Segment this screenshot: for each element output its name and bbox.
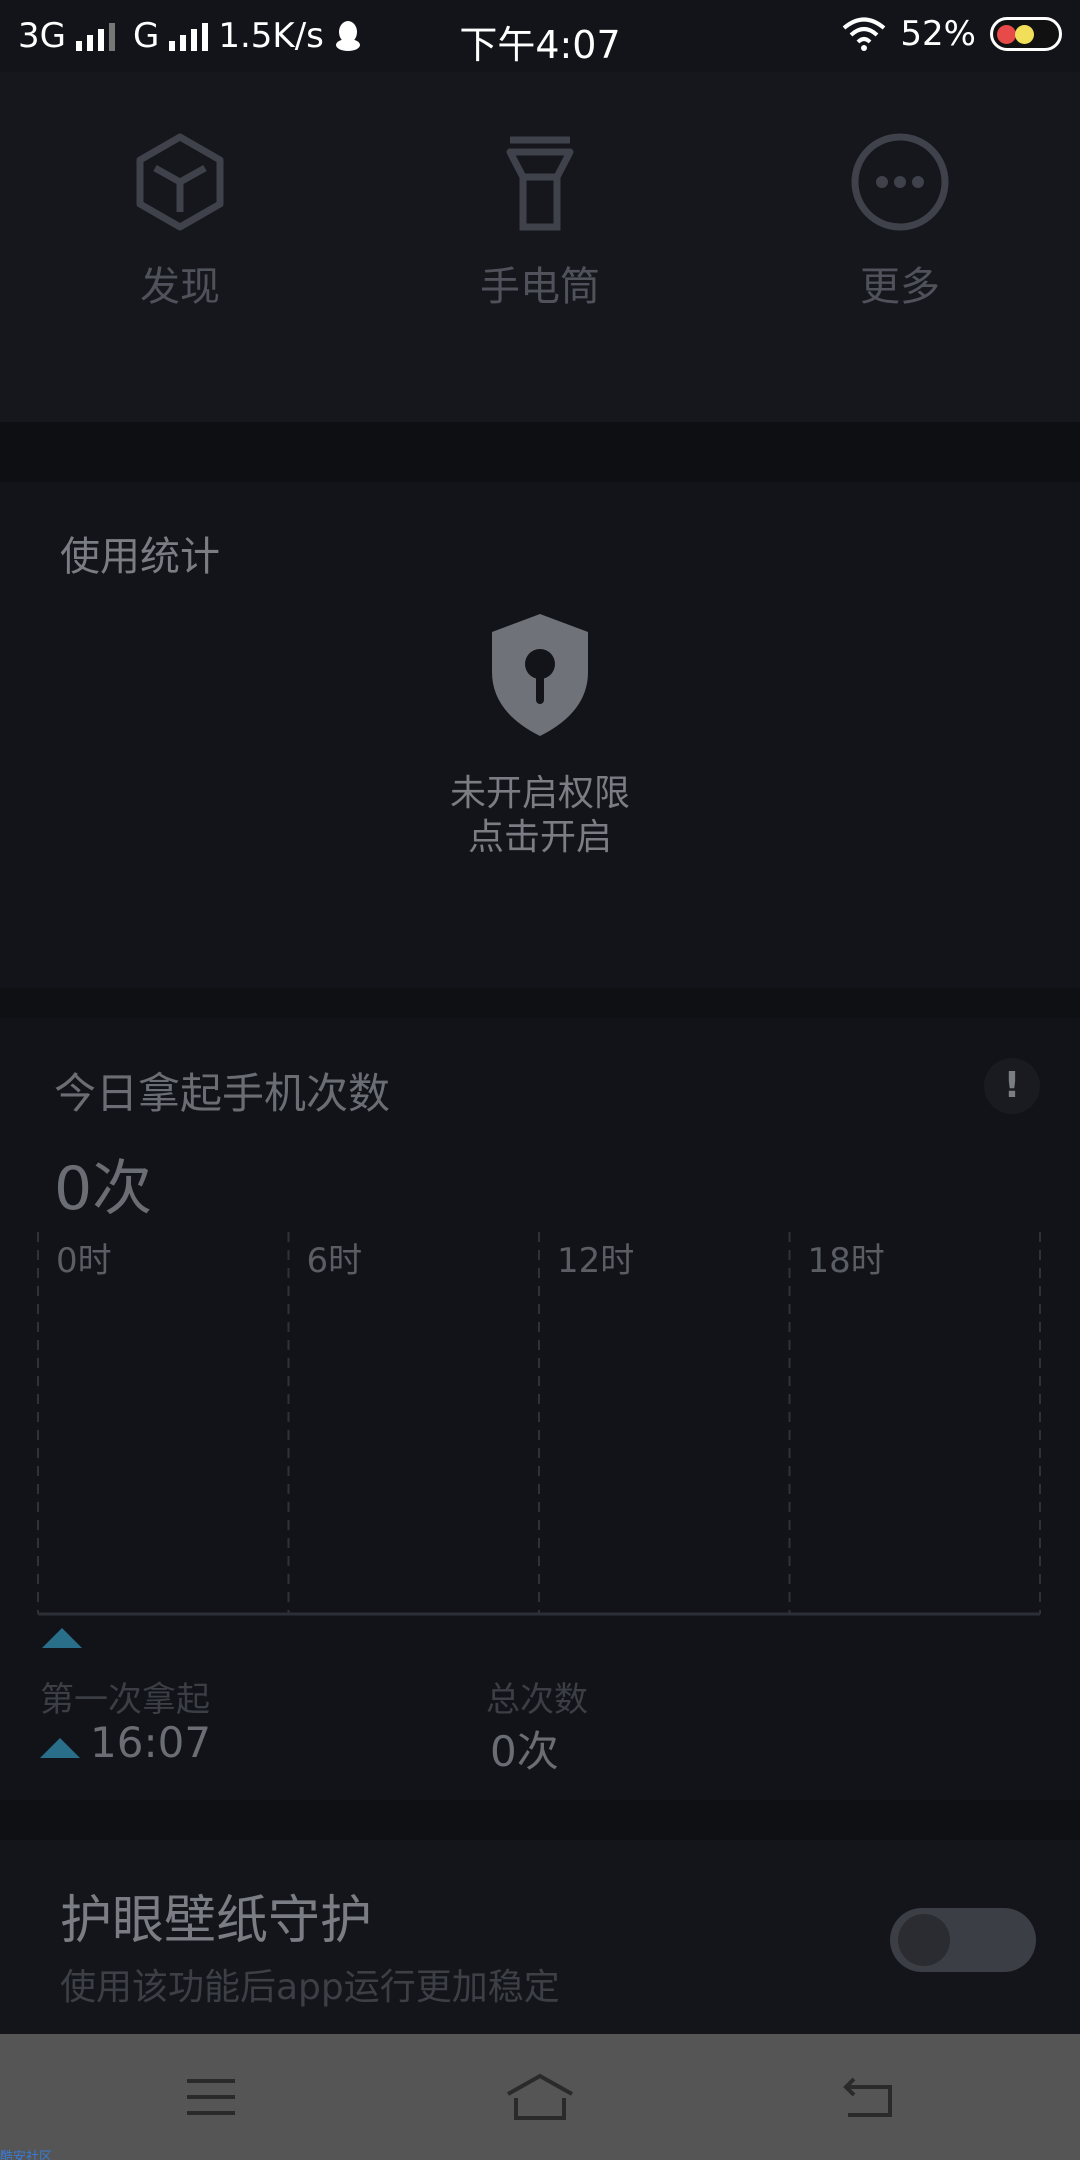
home-icon	[507, 2073, 573, 2120]
eye-protection-subtitle: 使用该功能后app运行更加稳定	[60, 1967, 560, 2008]
home-button[interactable]	[495, 2064, 585, 2130]
status-bar: 3G G 1.5K/s 下午4:07 52%	[0, 0, 1080, 72]
back-icon	[843, 2077, 892, 2117]
permission-prompt[interactable]: 未开启权限 点击开启	[0, 772, 1080, 860]
battery-icon	[990, 17, 1062, 51]
navigation-bar	[0, 2034, 1080, 2160]
watermark: 酷安社区	[0, 2150, 53, 2160]
cube-icon	[136, 133, 224, 231]
shield-keyhole-icon	[492, 614, 588, 736]
first-pickup-time: 16:07	[90, 1718, 212, 1767]
shortcut-flashlight[interactable]: 手电筒	[390, 132, 690, 312]
section-divider	[0, 422, 1080, 482]
usage-stats-title: 使用统计	[60, 534, 220, 580]
chart-tick-label: 6时	[307, 1241, 363, 1281]
eye-protection-card: 护眼壁纸守护 使用该功能后app运行更加稳定	[0, 1840, 1080, 2034]
pickups-card: 今日拿起手机次数 ! 0次 0时 6时 12时 18时 第一次拿起 16:07 总次数…	[0, 1018, 1080, 1840]
chart-tick-label: 12时	[557, 1241, 634, 1281]
usage-stats-card[interactable]: 使用统计 未开启权限 点击开启	[0, 482, 1080, 988]
shortcut-label: 手电筒	[480, 264, 600, 310]
more-icon	[851, 133, 949, 231]
shortcut-label: 发现	[140, 264, 220, 310]
shortcut-label: 更多	[860, 264, 940, 310]
permission-line-2: 点击开启	[467, 817, 612, 858]
wifi-icon	[843, 17, 886, 51]
back-button[interactable]	[823, 2064, 913, 2130]
eye-protection-toggle[interactable]	[890, 1908, 1036, 1972]
triangle-up-icon	[40, 1738, 80, 1758]
menu-icon	[187, 2079, 235, 2115]
permission-line-1: 未开启权限	[449, 773, 630, 814]
chart-tick-label: 18时	[808, 1241, 885, 1281]
total-label: 总次数	[486, 1680, 588, 1720]
flashlight-icon	[506, 136, 574, 231]
first-pickup-label: 第一次拿起	[40, 1680, 210, 1720]
shortcut-grid: 发现 手电筒 更多	[0, 72, 1080, 422]
status-right: 52%	[842, 14, 1062, 54]
total-value: 0次	[490, 1727, 559, 1776]
chart-tick-label: 0时	[56, 1241, 112, 1281]
eye-protection-title: 护眼壁纸守护	[60, 1891, 373, 1951]
first-pickup-marker	[42, 1628, 82, 1648]
section-divider	[0, 1800, 1080, 1840]
shortcut-more[interactable]: 更多	[750, 132, 1050, 312]
shortcut-discover[interactable]: 发现	[30, 132, 330, 312]
battery-percent: 52%	[900, 14, 976, 54]
menu-button[interactable]	[166, 2064, 256, 2130]
toggle-knob	[898, 1914, 950, 1966]
section-divider	[0, 988, 1080, 1018]
